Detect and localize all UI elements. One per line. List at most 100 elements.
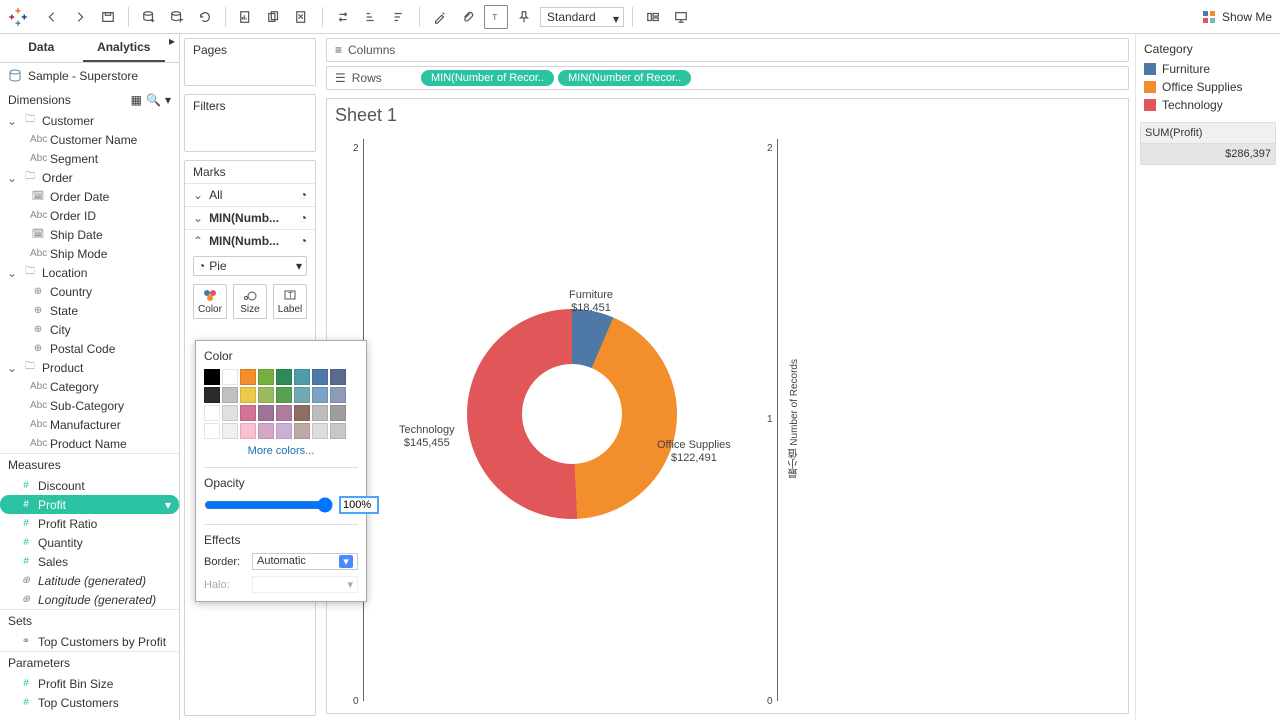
legend-item-furniture[interactable]: Furniture [1140,60,1276,78]
legend-item-office[interactable]: Office Supplies [1140,78,1276,96]
opacity-input[interactable] [339,496,379,514]
field-manufacturer[interactable]: AbcManufacturer [0,415,179,434]
folder-customer[interactable]: ⌄🗀Customer [0,111,179,130]
color-swatch[interactable] [240,387,256,403]
field-product-name[interactable]: AbcProduct Name [0,434,179,453]
attach-button[interactable] [456,5,480,29]
folder-location[interactable]: ⌄🗀Location [0,263,179,282]
sidebar-collapse-icon[interactable]: ▸ [165,34,179,62]
color-swatch[interactable] [222,369,238,385]
fit-select[interactable]: Standard ▾ [540,7,624,27]
label-button[interactable]: T Label [273,284,307,319]
filters-card[interactable]: Filters [184,94,316,152]
color-swatch[interactable] [222,423,238,439]
field-order-date[interactable]: 🗓Order Date [0,187,179,206]
field-longitude[interactable]: ⊕Longitude (generated) [0,590,179,609]
folder-product[interactable]: ⌄🗀Product [0,358,179,377]
save-button[interactable] [96,5,120,29]
back-button[interactable] [40,5,64,29]
color-swatch[interactable] [204,423,220,439]
field-category[interactable]: AbcCategory [0,377,179,396]
color-swatch[interactable] [258,369,274,385]
autoupdate-button[interactable] [165,5,189,29]
duplicate-button[interactable] [262,5,286,29]
highlight-button[interactable] [428,5,452,29]
color-swatch[interactable] [330,423,346,439]
sort-asc-button[interactable] [359,5,383,29]
search-icon[interactable]: 🔍 [146,93,161,107]
row-pill-2[interactable]: MIN(Number of Recor.. [558,70,691,86]
field-top-customers-set[interactable]: ⚭Top Customers by Profit [0,632,179,651]
clear-button[interactable] [290,5,314,29]
viz-canvas[interactable]: Sheet 1 2 0 2 1 0 最小值 Number of Records … [326,98,1129,714]
field-postal-code[interactable]: ⊕Postal Code [0,339,179,358]
color-swatch[interactable] [294,405,310,421]
color-button[interactable]: Color [193,284,227,319]
field-ship-mode[interactable]: AbcShip Mode [0,244,179,263]
color-swatch[interactable] [204,387,220,403]
border-select[interactable]: Automatic▾ [252,553,358,570]
sort-desc-button[interactable] [387,5,411,29]
field-order-id[interactable]: AbcOrder ID [0,206,179,225]
view-as-table-icon[interactable]: ▦ [131,93,142,107]
color-swatch[interactable] [312,405,328,421]
color-swatch[interactable] [240,423,256,439]
tab-data[interactable]: Data [0,34,83,62]
field-sub-category[interactable]: AbcSub-Category [0,396,179,415]
color-swatch[interactable] [258,423,274,439]
show-cards-button[interactable] [641,5,665,29]
field-quantity[interactable]: #Quantity [0,533,179,552]
color-swatch[interactable] [204,369,220,385]
refresh-button[interactable] [193,5,217,29]
color-swatch[interactable] [276,405,292,421]
color-swatch[interactable] [240,369,256,385]
rows-shelf[interactable]: ☰Rows MIN(Number of Recor.. MIN(Number o… [326,66,1129,90]
field-profit-ratio[interactable]: #Profit Ratio [0,514,179,533]
field-ship-date[interactable]: 🗓Ship Date [0,225,179,244]
row-pill-1[interactable]: MIN(Number of Recor.. [421,70,554,86]
columns-shelf[interactable]: ≡Columns [326,38,1129,62]
legend-item-tech[interactable]: Technology [1140,96,1276,114]
field-city[interactable]: ⊕City [0,320,179,339]
color-swatch[interactable] [312,423,328,439]
color-swatch[interactable] [276,387,292,403]
field-profit[interactable]: #Profit▾ [0,495,179,514]
color-swatch[interactable] [204,405,220,421]
tab-analytics[interactable]: Analytics [83,34,166,62]
color-swatch[interactable] [312,369,328,385]
color-swatch[interactable] [294,423,310,439]
color-swatch[interactable] [258,387,274,403]
datasource-row[interactable]: Sample - Superstore [0,63,179,89]
size-button[interactable]: Size [233,284,267,319]
marks-settings-icon[interactable]: ◔ [300,211,307,225]
color-swatch[interactable] [330,387,346,403]
folder-order[interactable]: ⌄🗀Order [0,168,179,187]
color-swatch[interactable] [294,387,310,403]
color-swatch[interactable] [276,423,292,439]
param-profit-bin-size[interactable]: #Profit Bin Size [0,674,179,693]
color-swatch[interactable] [330,369,346,385]
color-swatch[interactable] [240,405,256,421]
color-swatch[interactable] [258,405,274,421]
forward-button[interactable] [68,5,92,29]
opacity-slider[interactable] [204,497,333,513]
field-segment[interactable]: AbcSegment [0,149,179,168]
field-country[interactable]: ⊕Country [0,282,179,301]
color-swatch[interactable] [222,387,238,403]
pin-button[interactable] [512,5,536,29]
new-worksheet-button[interactable] [234,5,258,29]
mark-type-select[interactable]: ◔ Pie ▾ [193,256,307,276]
presentation-button[interactable] [669,5,693,29]
dimensions-menu-icon[interactable]: ▾ [165,93,171,107]
color-swatch[interactable] [294,369,310,385]
marks-settings-icon[interactable]: ◔ [300,234,307,248]
color-swatch[interactable] [276,369,292,385]
label-toggle-button[interactable]: T [484,5,508,29]
field-state[interactable]: ⊕State [0,301,179,320]
show-me-button[interactable]: Show Me [1202,10,1272,24]
color-swatch[interactable] [222,405,238,421]
field-discount[interactable]: #Discount [0,476,179,495]
swap-button[interactable] [331,5,355,29]
marks-min1-row[interactable]: ⌄MIN(Numb...◔ [185,206,315,229]
marks-all-row[interactable]: ⌄All◔ [185,183,315,206]
